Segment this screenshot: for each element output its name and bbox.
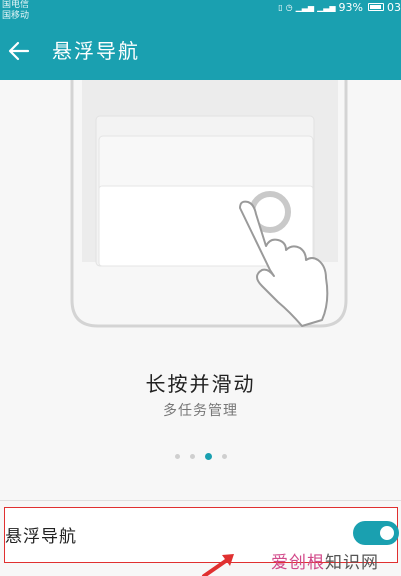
clock: 03 [387,0,401,14]
carrier-line-1: 国电信 [2,0,30,10]
carrier-info: 国电信 国移动 [2,0,29,22]
app-bar: 国电信 国移动 ▯ ◷ ▁▃▅ ▁▃▅ 93% 03 悬浮导航 [0,0,401,80]
tutorial-illustration [70,80,348,328]
battery-percent: 93% [338,0,363,14]
divider [0,500,401,501]
back-button[interactable] [6,38,32,64]
arrow-left-icon [8,41,30,61]
page-dot[interactable] [221,454,227,459]
status-icons: ▯ ◷ ▁▃▅ ▁▃▅ 93% 03 [278,0,401,14]
page-dot[interactable] [174,454,180,459]
red-arrow-icon [202,554,234,576]
carrier-line-2: 国移动 [2,11,30,21]
watermark-brand: 爱创根 [271,553,325,573]
signal-2-icon: ▁▃▅ [317,2,336,12]
setting-label: 悬浮导航 [5,527,77,547]
watermark: 爱创根知识网 [271,548,379,573]
slide-title: 长按并滑动 [145,372,256,396]
battery-icon [368,3,384,11]
page-dot-active[interactable] [204,453,212,460]
slide-subtitle: 多任务管理 [163,403,238,419]
floating-nav-toggle[interactable] [353,521,399,545]
page-title: 悬浮导航 [52,39,140,63]
page-dot[interactable] [189,454,195,459]
alarm-icon: ◷ [285,2,293,12]
signal-icon: ▁▃▅ [295,2,315,12]
toggle-knob [378,524,396,542]
watermark-site: 知识网 [325,553,379,573]
vibrate-icon: ▯ [278,2,283,12]
page-indicator [0,453,401,460]
